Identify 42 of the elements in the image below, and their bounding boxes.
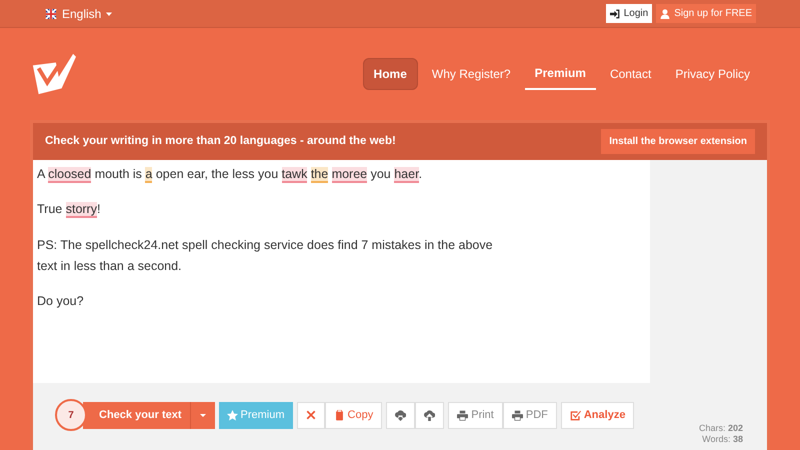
text-editor[interactable]: A cloosed mouth is a open ear, the less you tawk the moree you haer. True storry! PS: The spellcheck24.net spell checking service does find 7 mistakes in the above text in less than a second. Do you? [33, 160, 650, 383]
login-icon [610, 8, 620, 18]
clipboard-icon [334, 410, 345, 420]
stat-text: Words: 38 [701, 434, 743, 445]
copy-button[interactable]: Copy [324, 402, 382, 428]
nav-link[interactable]: Premium [524, 58, 596, 90]
user-icon [660, 8, 670, 18]
close-icon [306, 410, 316, 420]
caret-icon [105, 10, 114, 18]
nav-link[interactable]: Why Register? [422, 59, 521, 89]
check-text-button[interactable]: Check your text [83, 402, 190, 428]
nav-link[interactable]: Contact [600, 59, 662, 89]
language-dropdown[interactable]: English [44, 4, 114, 22]
printer-icon [457, 410, 468, 420]
cloud-download-button[interactable] [386, 402, 416, 428]
cloud-download-icon [395, 410, 406, 420]
nav-link[interactable]: Home [362, 58, 418, 90]
caret-icon [198, 411, 207, 419]
nav-link[interactable]: Privacy Policy [665, 59, 760, 89]
signup-button[interactable]: Sign up for FREE [656, 4, 756, 23]
analyze-button[interactable]: Analyze [560, 402, 634, 428]
stat-text: Chars: 202 [698, 423, 743, 434]
banner-text: Check your writing in more than 20 languages - around the web! [45, 134, 396, 149]
flag-icon [44, 8, 58, 18]
dropdown-button[interactable] [190, 402, 215, 428]
editor-paragraph: Do you? [37, 293, 85, 310]
editor-paragraph: True storry! [37, 201, 102, 220]
printer-icon [512, 410, 523, 420]
cloud-upload-button[interactable] [415, 402, 444, 428]
pdf-button[interactable]: PDF [502, 402, 557, 428]
premium-button[interactable]: Premium [218, 402, 293, 428]
clear-button[interactable] [296, 402, 325, 428]
editor-paragraph: PS: The spellcheck24.net spell checking service does find 7 mistakes in the above text in less than a second. [37, 236, 494, 275]
login-button[interactable]: Login [606, 4, 652, 23]
checkmark-logo [30, 51, 76, 97]
cloud-upload-icon [424, 410, 436, 420]
print-button[interactable]: Print [448, 402, 503, 428]
checkbox-icon [570, 410, 581, 420]
mistake-count-badge: 7 [55, 399, 87, 431]
star-icon [226, 410, 238, 420]
editor-paragraph: A cloosed mouth is a open ear, the less you tawk the moree you haer. [37, 166, 424, 185]
install-extension-button[interactable]: Install the browser extension [601, 129, 755, 154]
